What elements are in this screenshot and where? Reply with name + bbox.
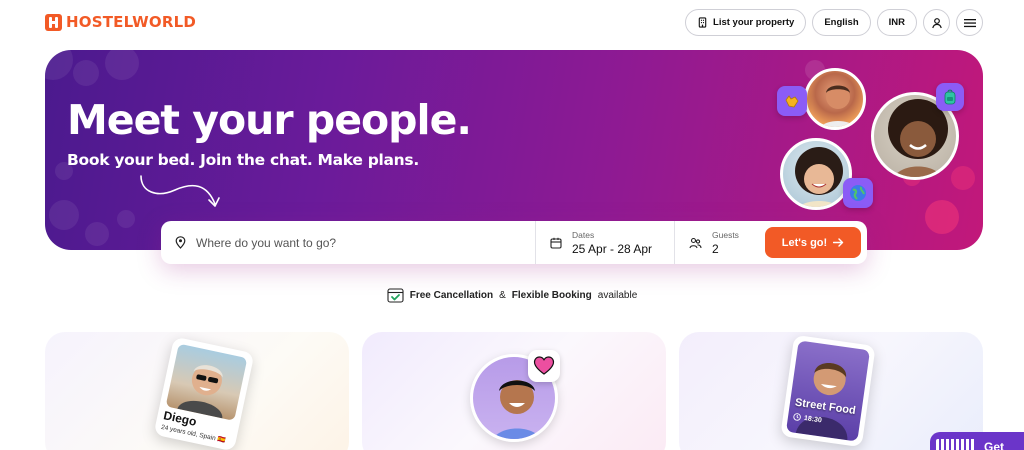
hero-title: Meet your people. — [67, 96, 472, 144]
available-text: available — [597, 289, 638, 301]
person-icon — [177, 365, 223, 419]
clock-icon — [793, 413, 801, 421]
language-button[interactable]: English — [812, 9, 871, 36]
flexible-booking-text: Flexible Booking — [511, 289, 592, 301]
currency-label: INR — [888, 17, 905, 28]
language-label: English — [824, 17, 859, 28]
guests-icon — [689, 237, 702, 248]
backpack-badge-icon — [936, 83, 964, 111]
person-icon — [820, 85, 856, 127]
feature-card-1[interactable]: Diego 24 years old, Spain 🇪🇸 — [45, 332, 349, 450]
calendar-icon — [550, 237, 562, 249]
cancellation-banner: Free Cancellation & Flexible Booking ava… — [0, 287, 1024, 303]
feature-card-2[interactable] — [362, 332, 666, 450]
decor-dot — [925, 200, 959, 234]
location-pin-icon — [175, 236, 186, 249]
hero-subtitle: Book your bed. Join the chat. Make plans… — [67, 151, 419, 169]
logo-icon — [45, 13, 62, 31]
destination-placeholder: Where do you want to go? — [196, 235, 337, 250]
lets-go-label: Let's go! — [781, 236, 828, 249]
hero-banner: Meet your people. Book your bed. Join th… — [45, 50, 983, 250]
globe-badge-icon — [843, 178, 873, 208]
list-property-label: List your property — [713, 17, 795, 28]
ampersand-text: & — [499, 289, 506, 301]
heart-icon — [533, 356, 555, 375]
event-photo: Street Food 18:30 — [785, 340, 871, 442]
header-nav: List your property English INR — [685, 9, 983, 36]
dates-value: 25 Apr - 28 Apr — [572, 241, 653, 256]
search-bar: Where do you want to go? Dates 25 Apr - … — [161, 221, 867, 264]
list-property-button[interactable]: List your property — [685, 9, 807, 36]
dates-label: Dates — [572, 229, 595, 240]
calendar-check-icon — [387, 288, 404, 303]
hamburger-icon — [963, 18, 976, 27]
guests-field[interactable]: Guests 2 — [675, 221, 765, 264]
shaka-hand-badge-icon — [777, 86, 807, 116]
decor-dot — [73, 60, 99, 86]
decor-dot — [117, 210, 135, 228]
guests-label: Guests — [712, 229, 739, 240]
event-polaroid: Street Food 18:30 — [780, 334, 876, 448]
guests-value: 2 — [712, 241, 719, 256]
currency-button[interactable]: INR — [876, 9, 917, 36]
qr-code-icon — [936, 439, 976, 450]
lets-go-button[interactable]: Let's go! — [765, 227, 861, 258]
profile-photo — [165, 343, 248, 421]
heart-bubble — [528, 350, 560, 382]
building-icon — [698, 17, 707, 28]
destination-field[interactable]: Where do you want to go? — [161, 221, 536, 264]
traveler-avatar-3 — [780, 138, 852, 210]
brand-name: HOSTELWORLD — [66, 13, 197, 31]
decor-dot — [49, 200, 79, 230]
get-app-widget[interactable]: Get — [930, 432, 1024, 450]
curved-arrow-icon — [140, 175, 220, 207]
decor-dot — [85, 222, 109, 246]
arrow-right-icon — [833, 238, 844, 247]
decor-dot — [105, 50, 139, 80]
decor-dot — [951, 166, 975, 190]
traveler-avatar-1 — [804, 68, 866, 130]
menu-button[interactable] — [956, 9, 983, 36]
person-icon — [795, 363, 848, 441]
hostelworld-logo[interactable]: HOSTELWORLD — [45, 13, 196, 31]
profile-polaroid: Diego 24 years old, Spain 🇪🇸 — [153, 336, 255, 450]
account-button[interactable] — [923, 9, 950, 36]
user-icon — [931, 17, 942, 28]
top-header: HOSTELWORLD List your property English I… — [0, 0, 1024, 46]
page: HOSTELWORLD List your property English I… — [0, 0, 1024, 450]
get-app-label: Get — [984, 440, 1005, 450]
decor-dot — [45, 50, 73, 80]
dates-field[interactable]: Dates 25 Apr - 28 Apr — [536, 221, 675, 264]
person-icon — [795, 147, 843, 207]
free-cancellation-text: Free Cancellation — [409, 289, 494, 301]
